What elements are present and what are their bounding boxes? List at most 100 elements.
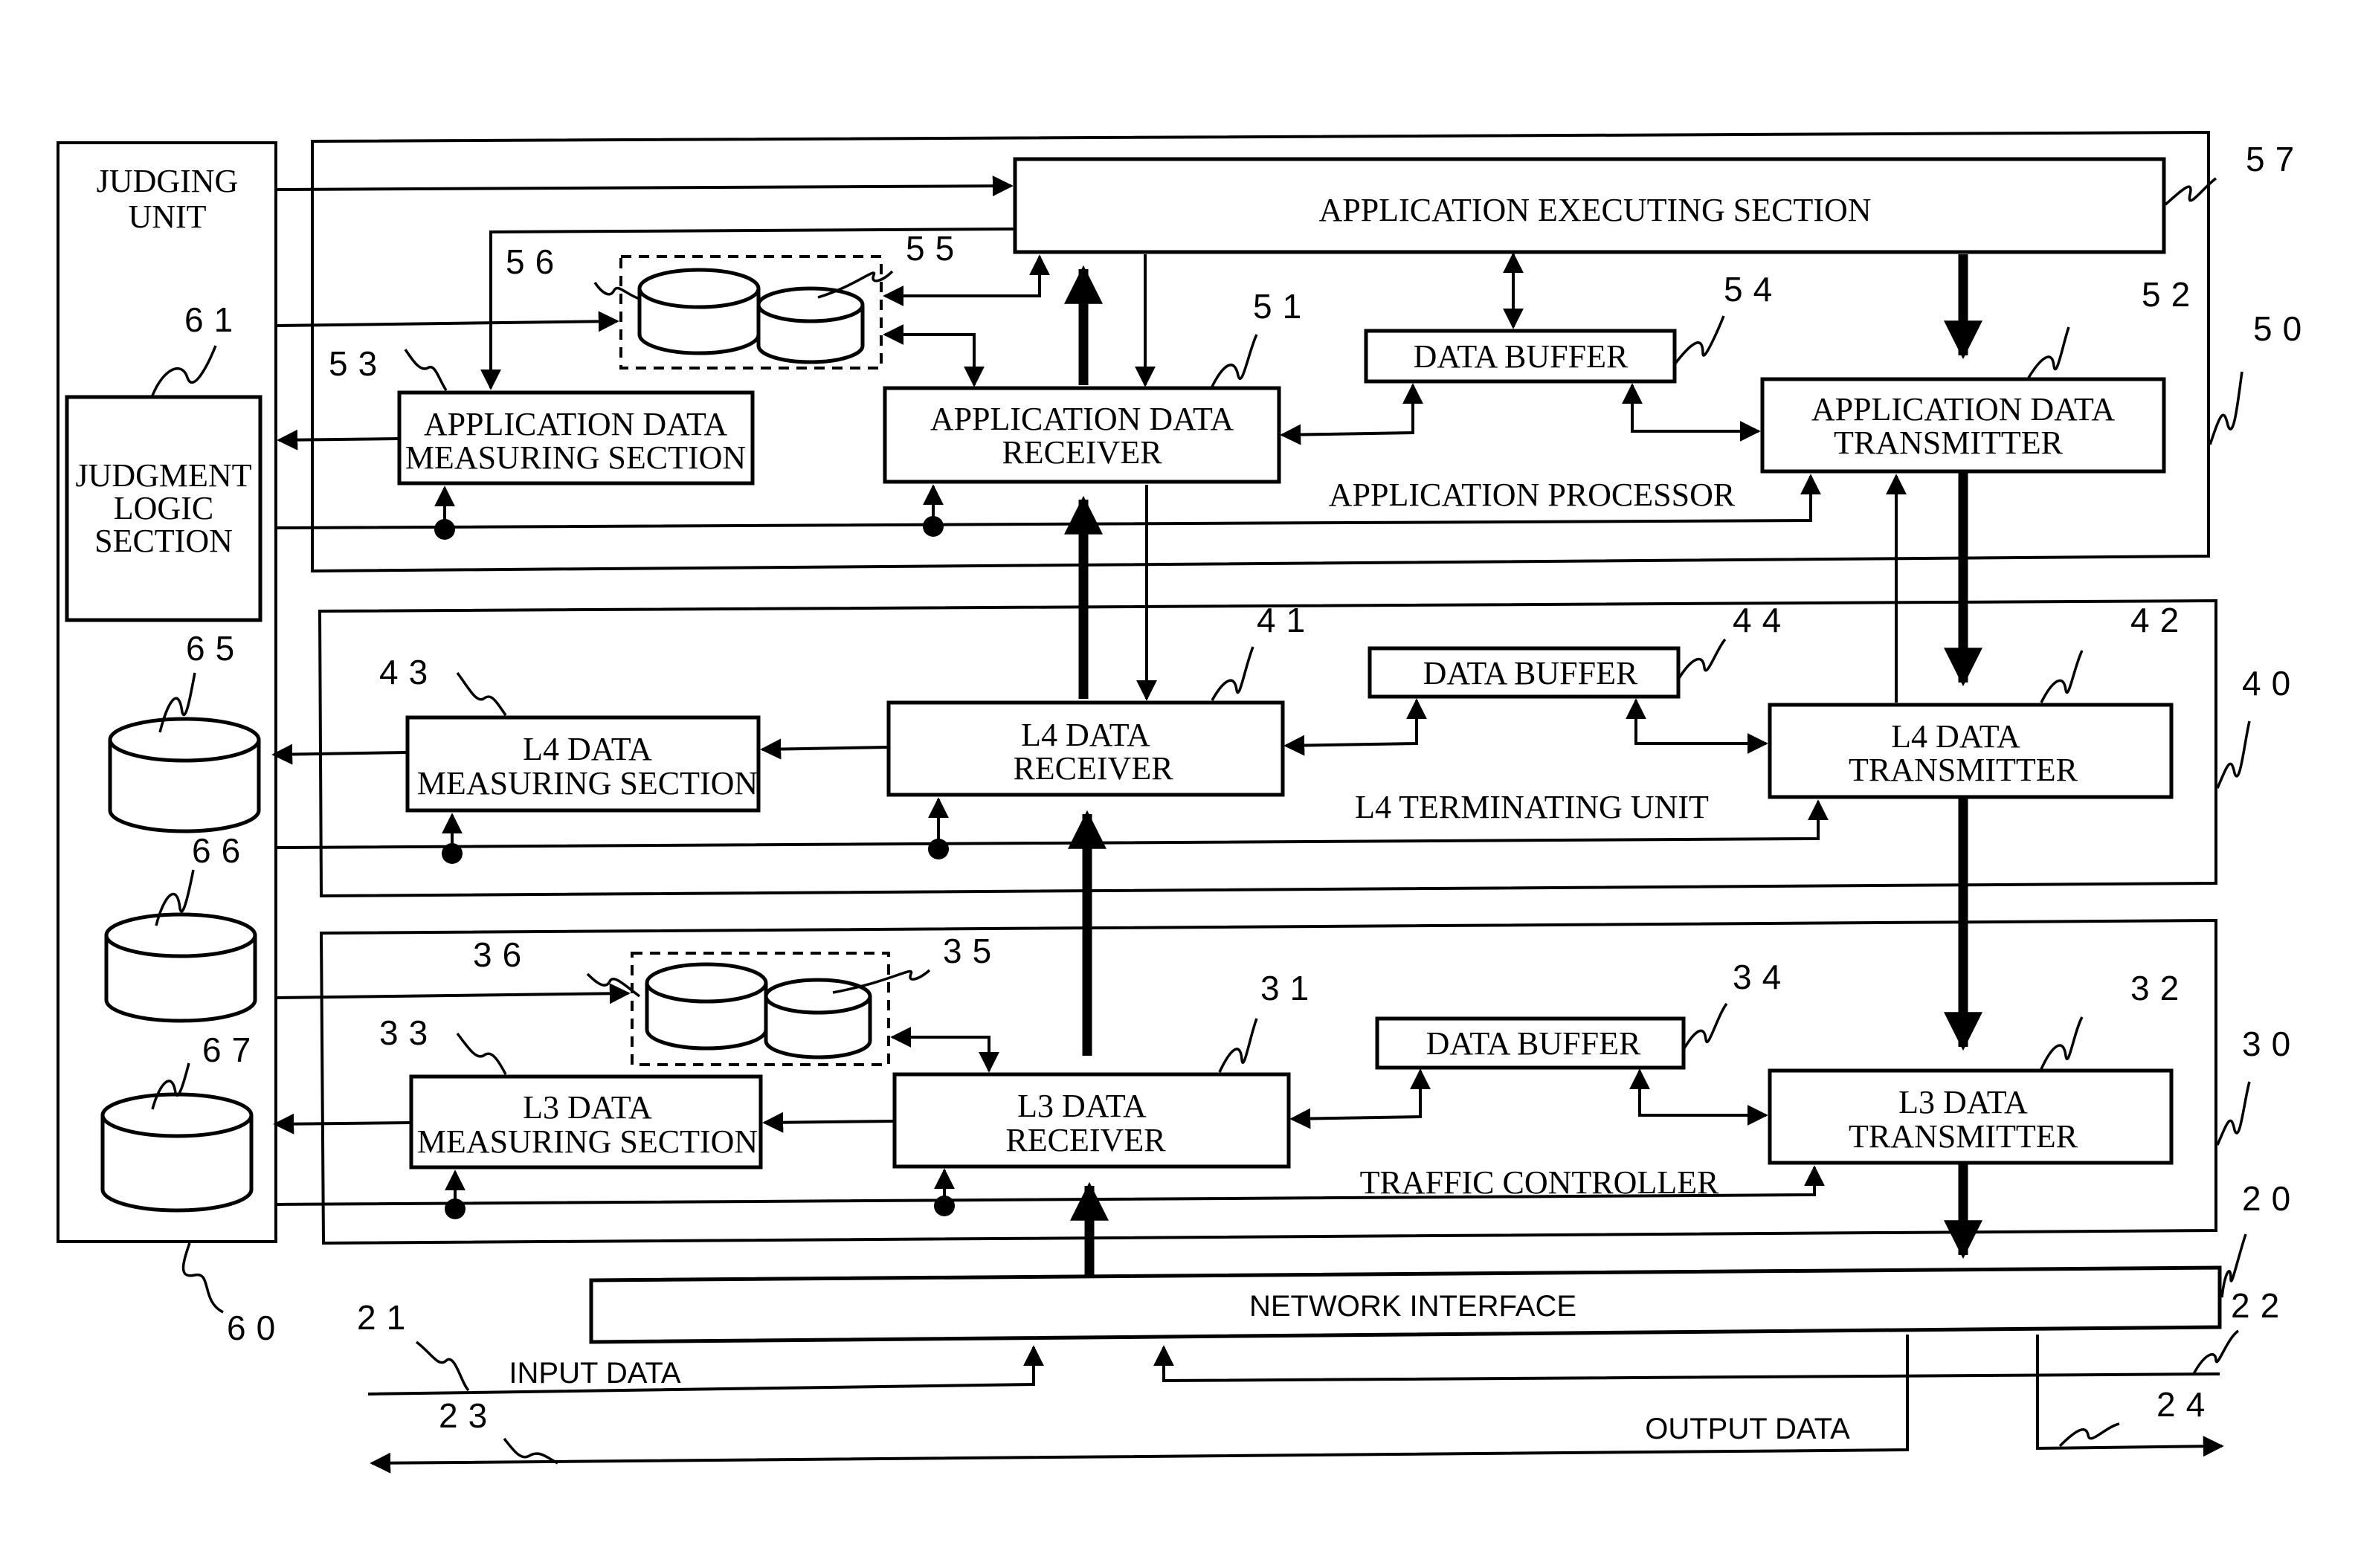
- l4-terminating-unit: L4 TERMINATING UNIT 40 L4 DATA MEASURING…: [318, 599, 2290, 898]
- output-data-label: OUTPUT DATA: [1645, 1413, 1850, 1445]
- l4-data-transmitter[interactable]: L4 DATA TRANSMITTER: [1768, 703, 2174, 799]
- data-store-65[interactable]: [108, 717, 261, 833]
- flow-l4recv-to-l4measure: [760, 738, 889, 760]
- l4-data-receiver[interactable]: L4 DATA RECEIVER: [886, 700, 1285, 797]
- flow-appbuffer-apptx: [1622, 383, 1761, 442]
- ref-32: 32: [2130, 969, 2189, 1007]
- ref-53: 53: [329, 344, 387, 383]
- l4-transmitter-line-2: TRANSMITTER: [1849, 752, 2078, 788]
- application-data-measuring-section[interactable]: APPLICATION DATA MEASURING SECTION: [397, 390, 755, 485]
- l4-transmitter-line-1: L4 DATA: [1891, 718, 2020, 755]
- ref-50: 50: [2253, 309, 2312, 348]
- l3-transmitter-line-1: L3 DATA: [1898, 1084, 2028, 1120]
- l4-unit-label: L4 TERMINATING UNIT: [1355, 789, 1709, 825]
- l3-store-35-top: [764, 978, 872, 1015]
- ref-43: 43: [379, 653, 438, 691]
- flow-l3measure-to-store67: [273, 1113, 412, 1135]
- ref-24: 24: [2156, 1385, 2215, 1424]
- leader-43: [456, 671, 507, 716]
- judgment-logic-section[interactable]: JUDGMENT LOGIC SECTION: [65, 395, 262, 622]
- store-66-top: [104, 912, 257, 958]
- leader-54: [1673, 315, 1725, 366]
- ref-31: 31: [1260, 969, 1319, 1007]
- ref-23: 23: [439, 1396, 497, 1435]
- flow-l3buffer-l3tx: [1629, 1068, 1768, 1126]
- application-processor: APPLICATION PROCESSOR 50 APPLICATION EXE…: [311, 130, 2312, 573]
- leader-51: [1211, 334, 1258, 387]
- l3-measuring-line-1: L3 DATA: [523, 1089, 652, 1126]
- leader-60: [181, 1242, 224, 1314]
- l4-measuring-line-1: L4 DATA: [523, 731, 652, 767]
- l3-data-transmitter[interactable]: L3 DATA TRANSMITTER: [1768, 1068, 2174, 1165]
- leader-32: [2040, 1016, 2084, 1070]
- application-executing-section[interactable]: APPLICATION EXECUTING SECTION: [1013, 157, 2166, 254]
- data-store-67[interactable]: [100, 1092, 254, 1213]
- network-interface-label: NETWORK INTERFACE: [1249, 1290, 1576, 1323]
- l3-receiver-line-1: L3 DATA: [1017, 1088, 1147, 1124]
- store-65-top: [108, 717, 261, 763]
- flow-l3recv-to-l3measure: [762, 1112, 895, 1133]
- l3-data-measuring-section[interactable]: L3 DATA MEASURING SECTION: [409, 1074, 763, 1169]
- leader-21: [415, 1340, 470, 1392]
- ref-56: 56: [506, 242, 564, 281]
- judging-unit-title-2: UNIT: [128, 199, 206, 235]
- l3-transmitter-line-2: TRANSMITTER: [1849, 1118, 2078, 1155]
- app-store-56-top: [637, 268, 761, 309]
- flow-l3recv-l3buffer: [1289, 1068, 1431, 1129]
- l3-buffer-label: DATA BUFFER: [1426, 1025, 1641, 1062]
- control-node-l3recv: [934, 1196, 955, 1216]
- leader-50: [2209, 371, 2243, 445]
- ref-21: 21: [357, 1298, 416, 1337]
- ref-65: 65: [186, 629, 245, 668]
- application-storage-group[interactable]: [619, 255, 883, 370]
- leader-56: [593, 282, 640, 300]
- l3-storage-group[interactable]: [631, 952, 890, 1066]
- ref-61: 61: [184, 300, 243, 339]
- data-store-66[interactable]: [104, 912, 257, 1023]
- ref-41: 41: [1257, 601, 1315, 639]
- flow-logic-to-appstorage: [275, 311, 619, 332]
- l4-receiver-line-2: RECEIVER: [1013, 750, 1173, 787]
- leader-61: [151, 345, 217, 396]
- input-data-line: [367, 1345, 1044, 1396]
- l4-data-buffer[interactable]: DATA BUFFER: [1368, 646, 1681, 699]
- ref-54: 54: [1724, 270, 1782, 309]
- flow-judging-to-exec: [275, 175, 1014, 197]
- l4-data-measuring-section[interactable]: L4 DATA MEASURING SECTION: [405, 715, 761, 813]
- l3-measuring-line-2: MEASURING SECTION: [417, 1123, 758, 1160]
- leader-44: [1678, 638, 1727, 679]
- l3-data-receiver[interactable]: L3 DATA RECEIVER: [892, 1072, 1291, 1169]
- control-node-l4recv: [928, 839, 949, 859]
- control-node-apprecv: [923, 516, 944, 537]
- ref-60: 60: [227, 1309, 286, 1347]
- network-interface[interactable]: NETWORK INTERFACE: [589, 1265, 2222, 1344]
- block-diagram: JUDGING UNIT JUDGMENT LOGIC SECTION 61 6…: [57, 130, 2312, 1474]
- app-measuring-line-1: APPLICATION DATA: [424, 406, 728, 442]
- application-data-receiver[interactable]: APPLICATION DATA RECEIVER: [883, 386, 1281, 484]
- leader-53: [404, 349, 448, 391]
- l3-data-buffer[interactable]: DATA BUFFER: [1375, 1016, 1686, 1070]
- ref-20: 20: [2242, 1179, 2301, 1218]
- store-67-top: [100, 1092, 254, 1138]
- executing-section-label: APPLICATION EXECUTING SECTION: [1318, 192, 1871, 228]
- ref-33: 33: [379, 1013, 438, 1052]
- ref-67: 67: [202, 1030, 261, 1069]
- application-data-buffer[interactable]: DATA BUFFER: [1364, 329, 1677, 384]
- ref-35: 35: [943, 932, 1002, 970]
- l4-receiver-line-1: L4 DATA: [1021, 717, 1150, 753]
- ref-44: 44: [1733, 601, 1791, 639]
- application-data-transmitter[interactable]: APPLICATION DATA TRANSMITTER: [1760, 377, 2166, 474]
- control-node-l4measure: [442, 843, 463, 864]
- flow-l4measure-to-store65: [271, 743, 408, 765]
- leader-34: [1683, 1002, 1728, 1049]
- leader-42: [2040, 650, 2084, 703]
- ref-30: 30: [2242, 1025, 2301, 1063]
- ref-55: 55: [906, 229, 964, 268]
- flow-appmeasure-to-logic: [277, 429, 400, 451]
- judgment-logic-line-3: SECTION: [94, 523, 233, 559]
- l3-store-36-top: [645, 962, 768, 1004]
- ref-36: 36: [473, 935, 532, 974]
- control-node-appmeasure: [434, 519, 455, 540]
- judging-unit: JUDGING UNIT JUDGMENT LOGIC SECTION 61 6…: [57, 141, 286, 1347]
- traffic-controller: TRAFFIC CONTROLLER 30 36 35 L3 DATA MEAS…: [319, 918, 2301, 1245]
